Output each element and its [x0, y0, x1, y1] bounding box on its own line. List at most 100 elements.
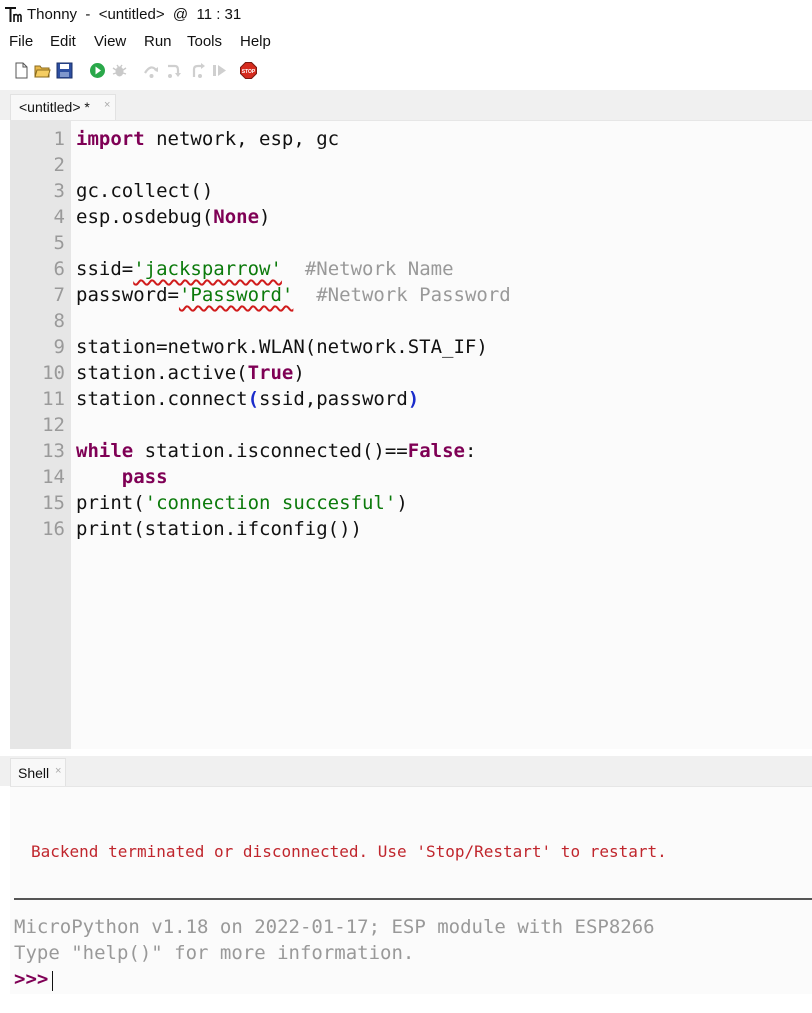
- code-text: password=: [76, 284, 179, 306]
- code-text: :: [464, 440, 477, 462]
- shell-tab[interactable]: Shell ×: [10, 758, 66, 786]
- code-text: network, esp, gc: [144, 128, 340, 150]
- open-file-icon[interactable]: [34, 62, 51, 79]
- line-number: 8: [53, 310, 65, 332]
- title-bar: Thonny - <untitled> @ 11 : 31: [0, 0, 812, 30]
- string-literal-ssid: 'jacksparrow': [133, 258, 282, 280]
- shell-tab-label: Shell: [18, 765, 50, 781]
- code-line: print(station.ifconfig()): [76, 516, 511, 542]
- step-into-icon[interactable]: [166, 62, 183, 79]
- toolbar: STOP: [0, 56, 812, 84]
- menu-edit[interactable]: Edit: [50, 33, 76, 50]
- line-number: 16: [42, 518, 65, 540]
- code-line: station.connect(ssid,password): [76, 386, 511, 412]
- save-icon[interactable]: [56, 62, 73, 79]
- stop-icon[interactable]: STOP: [240, 62, 257, 79]
- new-file-icon[interactable]: [13, 62, 30, 79]
- debug-icon[interactable]: [111, 62, 128, 79]
- editor-tab-close-icon[interactable]: ×: [104, 99, 110, 111]
- keyword: False: [407, 440, 465, 462]
- code-line: while station.isconnected()==False:: [76, 438, 511, 464]
- menu-run[interactable]: Run: [144, 33, 172, 50]
- code-text: esp.osdebug(: [76, 206, 214, 228]
- string-literal: 'connection succesful': [144, 492, 397, 514]
- code-line: station=network.WLAN(network.STA_IF): [76, 334, 511, 360]
- line-number: 2: [53, 154, 65, 176]
- line-number: 10: [42, 362, 65, 384]
- line-number: 6: [53, 258, 65, 280]
- line-number: 1: [53, 128, 65, 150]
- code-text: gc.collect(): [76, 180, 214, 202]
- line-number: 14: [42, 466, 65, 488]
- keyword: while: [76, 440, 134, 462]
- thonny-logo-icon: [5, 7, 22, 22]
- line-number-gutter: 1 2 3 4 5 6 7 8 9 10 11 12 13 14 15 16: [10, 121, 71, 749]
- code-text: station.isconnected()==: [133, 440, 408, 462]
- code-text: ssid=: [76, 258, 134, 280]
- code-lines: import network, esp, gc gc.collect() esp…: [76, 126, 511, 542]
- menu-tools[interactable]: Tools: [187, 33, 222, 50]
- menu-view[interactable]: View: [94, 33, 126, 50]
- shell-info-line: Type "help()" for more information.: [14, 942, 415, 964]
- text-cursor: [52, 971, 53, 991]
- code-line: gc.collect(): [76, 178, 511, 204]
- shell-panel[interactable]: Backend terminated or disconnected. Use …: [10, 786, 812, 994]
- line-number: 13: [42, 440, 65, 462]
- keyword: True: [247, 362, 294, 384]
- code-line: import network, esp, gc: [76, 126, 511, 152]
- code-text: station.connect: [76, 388, 248, 410]
- window-title: Thonny - <untitled> @ 11 : 31: [27, 6, 242, 23]
- line-number: 15: [42, 492, 65, 514]
- line-number: 7: [53, 284, 65, 306]
- shell-separator: [14, 898, 812, 900]
- code-text: print(station.ifconfig()): [76, 518, 362, 540]
- matched-paren: ): [407, 388, 420, 410]
- line-number: 11: [42, 388, 65, 410]
- code-text: ssid,password: [259, 388, 408, 410]
- editor-tab-bar: <untitled> * ×: [0, 90, 812, 120]
- code-line: print('connection succesful'): [76, 490, 511, 516]
- line-number: 5: [53, 232, 65, 254]
- code-line: esp.osdebug(None): [76, 204, 511, 230]
- code-text: ): [396, 492, 408, 514]
- code-line: pass: [76, 464, 511, 490]
- keyword: import: [76, 128, 145, 150]
- resume-icon[interactable]: [211, 62, 228, 79]
- code-line: ssid='jacksparrow' #Network Name: [76, 256, 511, 282]
- code-text: ): [293, 362, 305, 384]
- run-icon[interactable]: [89, 62, 106, 79]
- code-text: print(: [76, 492, 145, 514]
- editor-tab-untitled[interactable]: <untitled> * ×: [10, 94, 116, 120]
- shell-info-line: MicroPython v1.18 on 2022-01-17; ESP mod…: [14, 916, 655, 938]
- line-number: 4: [53, 206, 65, 228]
- keyword: pass: [121, 466, 168, 488]
- code-line: password='Password' #Network Password: [76, 282, 511, 308]
- keyword: None: [213, 206, 260, 228]
- comment: #Network Password: [316, 284, 511, 306]
- shell-tab-close-icon[interactable]: ×: [55, 765, 61, 777]
- menu-file[interactable]: File: [9, 33, 33, 50]
- shell-tab-bar: Shell ×: [0, 756, 812, 786]
- step-out-icon[interactable]: [189, 62, 206, 79]
- line-number: 3: [53, 180, 65, 202]
- code-text: station=network.WLAN(network.STA_IF): [76, 336, 488, 358]
- string-literal-password: 'Password': [178, 284, 294, 306]
- menu-help[interactable]: Help: [240, 33, 271, 50]
- matched-paren: (: [247, 388, 260, 410]
- step-over-icon[interactable]: [143, 62, 160, 79]
- shell-prompt: >>>: [14, 968, 49, 990]
- line-number: 12: [42, 414, 65, 436]
- line-number: 9: [53, 336, 65, 358]
- code-text: station.active(: [76, 362, 248, 384]
- shell-error-message: Backend terminated or disconnected. Use …: [31, 842, 667, 861]
- code-text: ): [259, 206, 271, 228]
- code-editor[interactable]: 1 2 3 4 5 6 7 8 9 10 11 12 13 14 15 16 i…: [10, 120, 812, 749]
- comment: #Network Name: [304, 258, 454, 280]
